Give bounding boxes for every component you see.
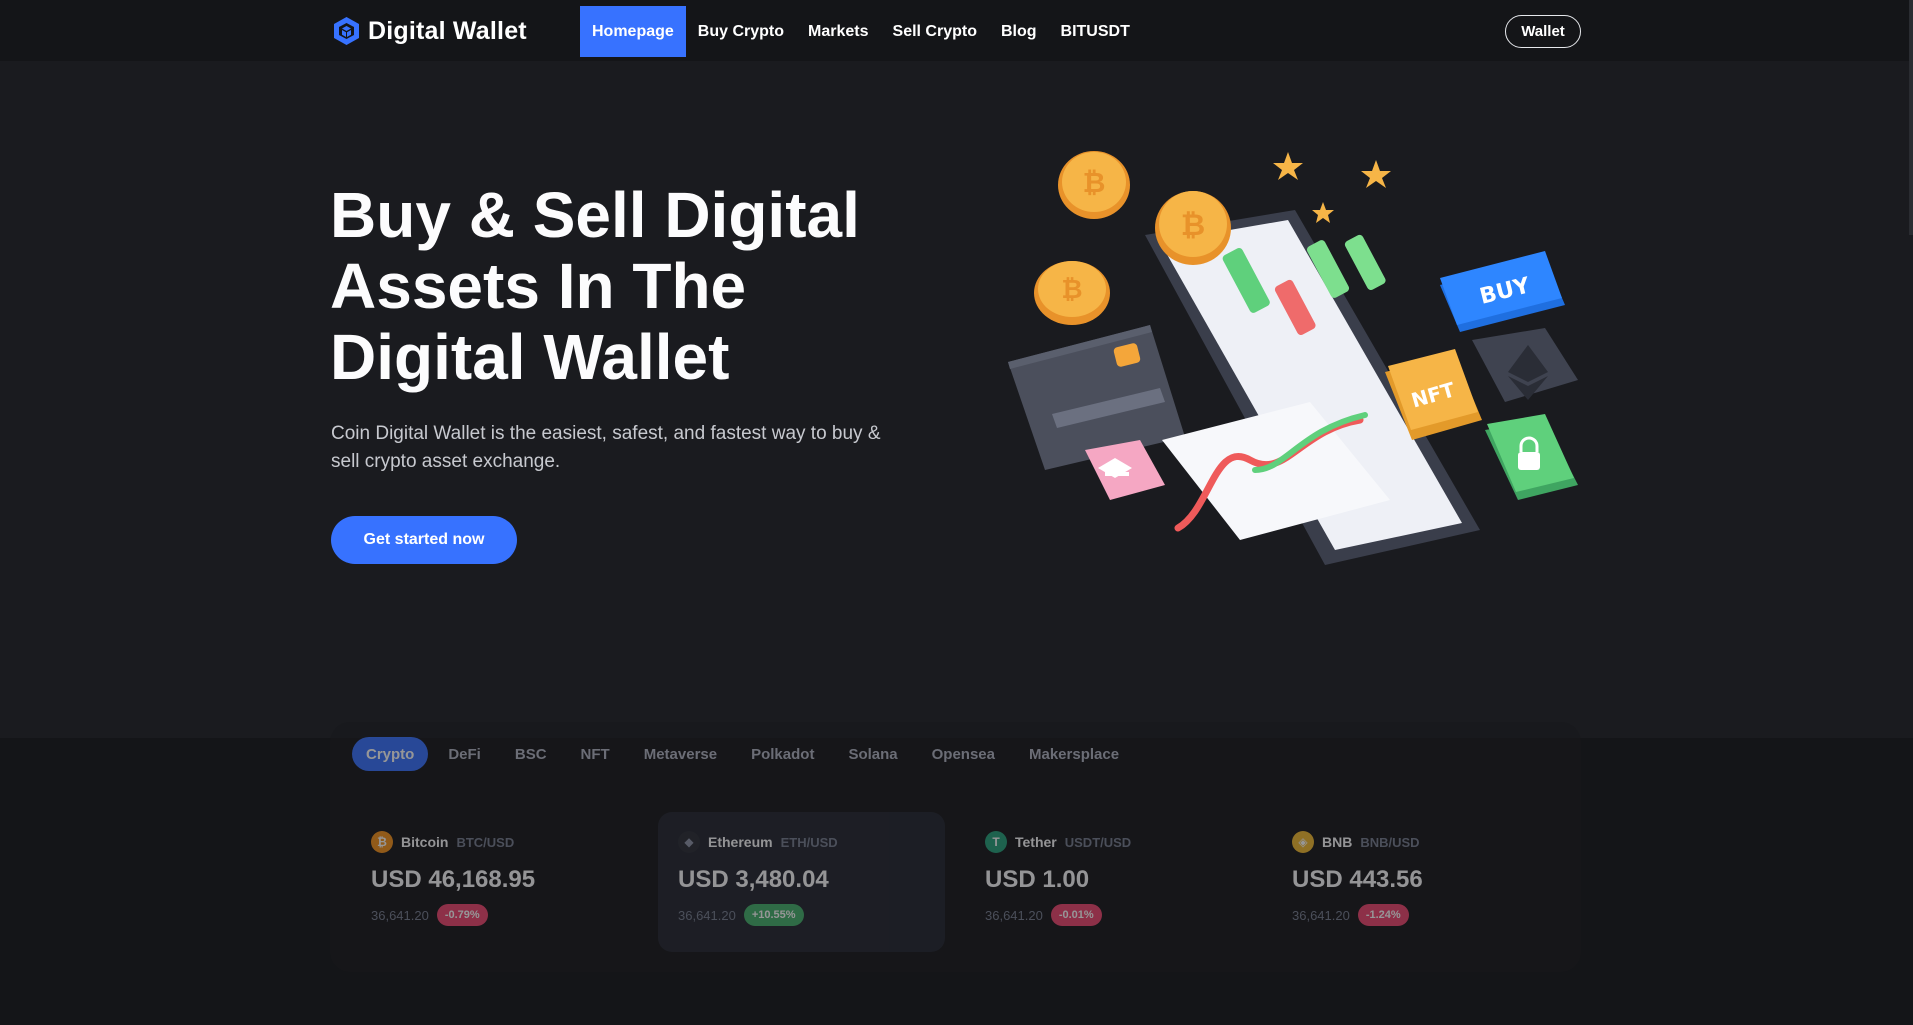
coin-price: USD 3,480.04 — [678, 866, 829, 893]
cube-logo-icon — [334, 17, 359, 45]
coin-pair: USDT/USD — [1064, 834, 1132, 850]
tether-icon: T — [985, 831, 1007, 853]
coin-volume: 36,641.20 — [371, 907, 429, 923]
coin-card-tether[interactable]: T Tether USDT/USD USD 1.00 36,641.20 -0.… — [965, 812, 1252, 952]
bnb-icon: ◈ — [1292, 831, 1314, 853]
nav-item-bitusdt[interactable]: BITUSDT — [1049, 6, 1142, 57]
tab-makersplace[interactable]: Makersplace — [1015, 737, 1133, 771]
svg-text:₿: ₿ — [1181, 208, 1205, 243]
bank-tile-icon — [1085, 440, 1165, 500]
coin-volume: 36,641.20 — [985, 907, 1043, 923]
wallet-button[interactable]: Wallet — [1505, 15, 1581, 48]
coin-card-bitcoin[interactable]: ₿ Bitcoin BTC/USD USD 46,168.95 36,641.2… — [351, 812, 638, 952]
ethereum-tile-icon — [1472, 328, 1578, 402]
coin-pair: BTC/USD — [456, 834, 515, 850]
coin-price: USD 443.56 — [1292, 866, 1423, 893]
hero-title-line-1: Buy & Sell Digital — [330, 179, 860, 251]
bitcoin-icon: ₿ — [371, 831, 393, 853]
tab-metaverse[interactable]: Metaverse — [630, 737, 731, 771]
tab-solana[interactable]: Solana — [834, 737, 911, 771]
nav-item-sell-crypto[interactable]: Sell Crypto — [881, 6, 989, 57]
nav-item-markets[interactable]: Markets — [796, 6, 880, 57]
coin-name: Tether — [1015, 834, 1057, 850]
tab-polkadot[interactable]: Polkadot — [737, 737, 828, 771]
tab-defi[interactable]: DeFi — [434, 737, 495, 771]
get-started-button[interactable]: Get started now — [331, 516, 517, 564]
change-badge: -1.24% — [1357, 904, 1409, 926]
change-badge: +10.55% — [743, 904, 804, 926]
tab-nft[interactable]: NFT — [567, 737, 624, 771]
top-navigation-bar: Digital Wallet Homepage Buy Crypto Marke… — [0, 0, 1913, 61]
hero-title-line-3: Digital Wallet — [330, 321, 730, 393]
coin-card-ethereum[interactable]: ◆ Ethereum ETH/USD USD 3,480.04 36,641.2… — [658, 812, 945, 952]
lock-tile-icon — [1485, 414, 1578, 500]
coin-card-bnb[interactable]: ◈ BNB BNB/USD USD 443.56 36,641.20 -1.24… — [1272, 812, 1559, 952]
crypto-wallet-illustration: ₿ ₿ ₿ BUY NFT — [1008, 151, 1578, 565]
change-badge: -0.01% — [1050, 904, 1102, 926]
hero-title: Buy & Sell Digital Assets In The Digital… — [330, 180, 890, 393]
market-category-tabs: Crypto DeFi BSC NFT Metaverse Polkadot S… — [352, 737, 1133, 771]
tab-opensea[interactable]: Opensea — [918, 737, 1009, 771]
nav-item-buy-crypto[interactable]: Buy Crypto — [686, 6, 796, 57]
main-nav: Homepage Buy Crypto Markets Sell Crypto … — [580, 6, 1142, 57]
brand-logo[interactable]: Digital Wallet — [333, 14, 527, 48]
tab-bsc[interactable]: BSC — [501, 737, 561, 771]
change-badge: -0.79% — [436, 904, 488, 926]
svg-text:₿: ₿ — [1061, 275, 1082, 305]
svg-text:₿: ₿ — [1083, 166, 1106, 199]
hero-description: Coin Digital Wallet is the easiest, safe… — [331, 423, 881, 472]
coin-pair: ETH/USD — [780, 834, 838, 850]
tab-crypto[interactable]: Crypto — [352, 737, 429, 771]
coin-price: USD 46,168.95 — [371, 866, 536, 893]
nav-item-homepage[interactable]: Homepage — [580, 6, 686, 57]
coin-pair: BNB/USD — [1360, 834, 1420, 850]
page-scrollbar[interactable] — [1909, 0, 1913, 235]
coin-name: Bitcoin — [401, 834, 449, 850]
nav-item-blog[interactable]: Blog — [989, 6, 1049, 57]
ethereum-icon: ◆ — [678, 831, 700, 853]
coin-name: Ethereum — [708, 834, 773, 850]
coin-volume: 36,641.20 — [678, 907, 736, 923]
hero-title-line-2: Assets In The — [330, 250, 747, 322]
coin-price: USD 1.00 — [985, 866, 1090, 893]
brand-name: Digital Wallet — [368, 16, 527, 45]
coin-name: BNB — [1322, 834, 1353, 850]
buy-tag-icon: BUY — [1440, 251, 1565, 332]
coin-volume: 36,641.20 — [1292, 907, 1350, 923]
